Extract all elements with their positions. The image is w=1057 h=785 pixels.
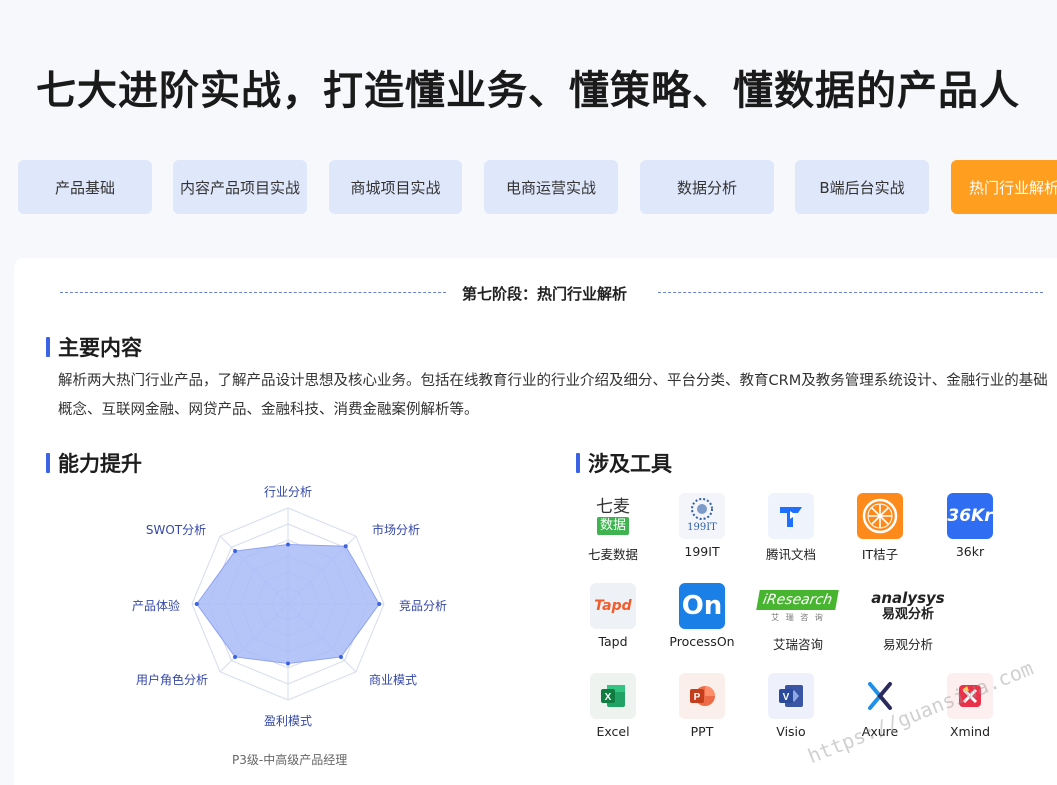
tool-visio[interactable]: V Visio <box>746 673 836 739</box>
tool-tencent-docs[interactable]: 腾讯文档 <box>746 493 836 563</box>
radar-caption: P3级-中高级产品经理 <box>232 753 348 767</box>
tab-data-analysis[interactable]: 数据分析 <box>640 160 774 214</box>
radar-label-industry-analysis: 行业分析 <box>264 485 312 499</box>
tencent-docs-icon <box>768 493 814 539</box>
ability-heading: 能力提升 <box>46 448 142 478</box>
tool-name: PPT <box>690 724 714 739</box>
itjuzi-orange-icon <box>857 493 903 539</box>
radar-point <box>286 542 290 547</box>
page-headline: 七大进阶实战，打造懂业务、懂策略、懂数据的产品人 <box>36 68 1020 114</box>
svg-text:X: X <box>605 692 612 703</box>
radar-label-business-model: 商业模式 <box>369 672 417 687</box>
tapd-logo-icon: Tapd <box>590 583 636 629</box>
stage-divider-right <box>658 292 1043 293</box>
radar-point <box>338 654 343 659</box>
powerpoint-icon: P <box>679 673 725 719</box>
tab-hot-industry[interactable]: 热门行业解析 <box>951 160 1057 214</box>
tool-name: Visio <box>776 724 806 739</box>
radar-label-market-analysis: 市场分析 <box>372 522 420 537</box>
tool-analysys[interactable]: analysys 易观分析 易观分析 <box>862 583 954 653</box>
stage-title: 第七阶段：热门行业解析 <box>462 285 628 303</box>
radar-value-area <box>196 543 380 665</box>
iresearch-logo-icon: iResearch 艾 瑞 咨 询 <box>756 583 840 629</box>
heading-accent-bar <box>46 337 50 357</box>
tool-name: 易观分析 <box>882 637 933 652</box>
tool-name: Xmind <box>949 724 991 739</box>
radar-label-user-role-analysis: 用户角色分析 <box>136 672 208 687</box>
tab-mall-project[interactable]: 商城项目实战 <box>329 160 462 214</box>
tool-name: ProcessOn <box>669 634 735 649</box>
tool-name: IT桔子 <box>861 547 899 562</box>
analysys-logo-icon: analysys 易观分析 <box>871 589 945 622</box>
tool-name: 艾瑞咨询 <box>772 637 823 652</box>
main-content-heading-text: 主要内容 <box>58 336 142 360</box>
radar-label-competitor-analysis: 竞品分析 <box>399 599 447 613</box>
tool-name: 七麦数据 <box>587 547 638 562</box>
visio-icon: V <box>768 673 814 719</box>
tools-heading: 涉及工具 <box>576 448 672 478</box>
tool-tapd[interactable]: Tapd Tapd <box>568 583 658 649</box>
tool-excel[interactable]: X Excel <box>568 673 658 739</box>
tool-processon[interactable]: On ProcessOn <box>657 583 747 649</box>
main-content-heading: 主要内容 <box>46 332 142 362</box>
svg-text:V: V <box>783 692 790 703</box>
processon-logo-icon: On <box>679 583 725 629</box>
tools-heading-text: 涉及工具 <box>588 452 672 476</box>
tool-itjuzi[interactable]: IT桔子 <box>835 493 925 563</box>
tool-36kr[interactable]: 36Kr 36kr <box>925 493 1015 559</box>
ability-heading-text: 能力提升 <box>58 452 142 476</box>
tool-name: 36kr <box>955 544 985 559</box>
tab-product-basics[interactable]: 产品基础 <box>18 160 152 214</box>
tool-name: 腾讯文档 <box>765 547 816 562</box>
tool-name: Tapd <box>598 634 628 649</box>
radar-point <box>377 602 382 606</box>
svg-text:P: P <box>694 692 701 703</box>
tab-b-backend[interactable]: B端后台实战 <box>795 160 929 214</box>
qimai-logo-icon: 七麦 数据 <box>596 497 630 535</box>
radar-point <box>343 544 348 549</box>
radar-point <box>286 661 290 666</box>
radar-label-product-experience: 产品体验 <box>132 598 180 613</box>
radar-point <box>194 602 199 606</box>
ability-radar-chart: 行业分析 市场分析 竞品分析 商业模式 盈利模式 用户角色分析 产品体验 SWO… <box>132 485 447 728</box>
main-content-text: 解析两大热门行业产品，了解产品设计思想及核心业务。包括在线教育行业的行业介绍及细… <box>58 373 1048 418</box>
tool-name: 199IT <box>684 544 720 559</box>
tool-iresearch[interactable]: iResearch 艾 瑞 咨 询 艾瑞咨询 <box>746 583 850 653</box>
stage-divider-left <box>60 292 446 293</box>
radar-label-profit-model: 盈利模式 <box>264 714 312 728</box>
tab-ecommerce-ops[interactable]: 电商运营实战 <box>484 160 618 214</box>
tab-content-product[interactable]: 内容产品项目实战 <box>173 160 307 214</box>
heading-accent-bar <box>576 453 580 473</box>
199it-logo-icon: 199IT <box>679 493 725 539</box>
excel-icon: X <box>590 673 636 719</box>
radar-point <box>233 549 238 554</box>
radar-point <box>233 654 238 659</box>
tool-name: Excel <box>596 724 630 739</box>
radar-label-swot-analysis: SWOT分析 <box>146 523 206 537</box>
tool-ppt[interactable]: P PPT <box>657 673 747 739</box>
36kr-logo-icon: 36Kr <box>947 493 993 539</box>
tool-qimai[interactable]: 七麦 数据 七麦数据 <box>568 493 658 563</box>
heading-accent-bar <box>46 453 50 473</box>
tool-199it[interactable]: 199IT 199IT <box>657 493 747 559</box>
